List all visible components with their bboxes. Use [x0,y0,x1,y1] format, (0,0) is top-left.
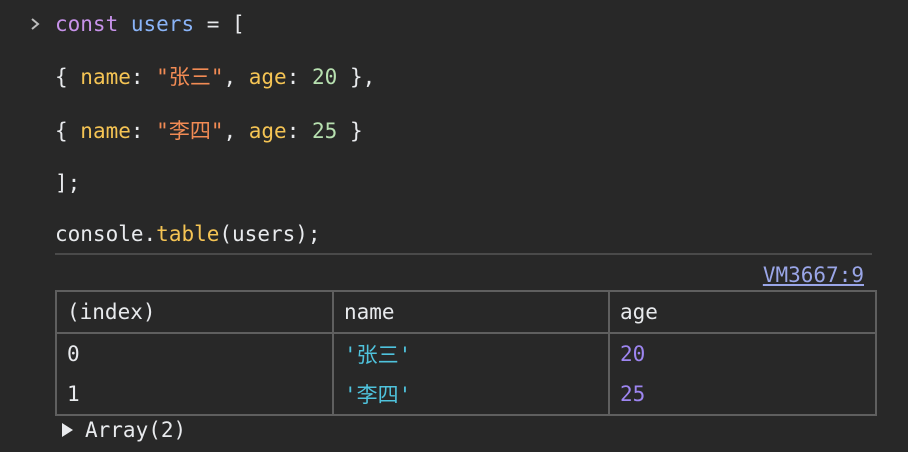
colon: : [286,119,312,143]
code-line-1: const users = [ [55,11,245,37]
chevron-right-icon [31,18,40,30]
code-line-5: console.table(users); [55,221,321,247]
property-name: name [80,65,131,89]
code-line-4: ]; [55,170,80,196]
property-name: name [80,119,131,143]
console-object: console [55,222,144,246]
cell-age: 25 [608,374,877,415]
variable-users: users [130,12,195,36]
property-age: age [248,65,287,89]
source-location-link[interactable]: VM3667:9 [763,262,864,288]
brace-open: { [55,65,81,89]
cell-name: '李四' [332,374,610,415]
comma: , [223,65,249,89]
table-row: 1 '李四' 25 [55,374,877,415]
code-line-2: { name: "张三", age: 20 }, [55,64,375,90]
method-table: table [156,222,220,246]
header-index[interactable]: (index) [55,291,334,334]
cell-index: 0 [55,333,334,374]
dot: . [143,222,157,246]
brace-close: } [337,119,363,143]
assign-open-bracket: = [ [194,12,245,36]
cell-index: 1 [55,374,334,415]
number-value: 25 [312,119,338,143]
console-table: (index) name age 0 '张三' 20 1 '李四' 25 [55,290,877,416]
array-close: ]; [55,171,81,195]
brace-open: { [55,119,81,143]
call-args: (users); [219,222,321,246]
string-value: "张三" [156,65,224,89]
table-header-row: (index) name age [55,291,877,334]
table-row: 0 '张三' 20 [55,333,877,374]
input-output-divider [55,253,872,255]
triangle-right-icon[interactable] [62,423,73,437]
cell-name: '张三' [332,333,610,374]
number-value: 20 [312,65,338,89]
colon: : [130,65,157,89]
keyword-const: const [55,12,119,36]
array-expander[interactable]: Array(2) [62,417,186,443]
cell-age: 20 [608,333,877,374]
array-summary-label: Array(2) [85,418,187,442]
string-value: "李四" [156,119,224,143]
devtools-console: const users = [ { name: "张三", age: 20 },… [0,0,908,452]
brace-close: }, [337,65,376,89]
colon: : [286,65,312,89]
header-name[interactable]: name [332,291,610,334]
property-age: age [248,119,287,143]
colon: : [130,119,157,143]
comma: , [223,119,249,143]
header-age[interactable]: age [608,291,877,334]
code-line-3: { name: "李四", age: 25 } [55,118,363,144]
